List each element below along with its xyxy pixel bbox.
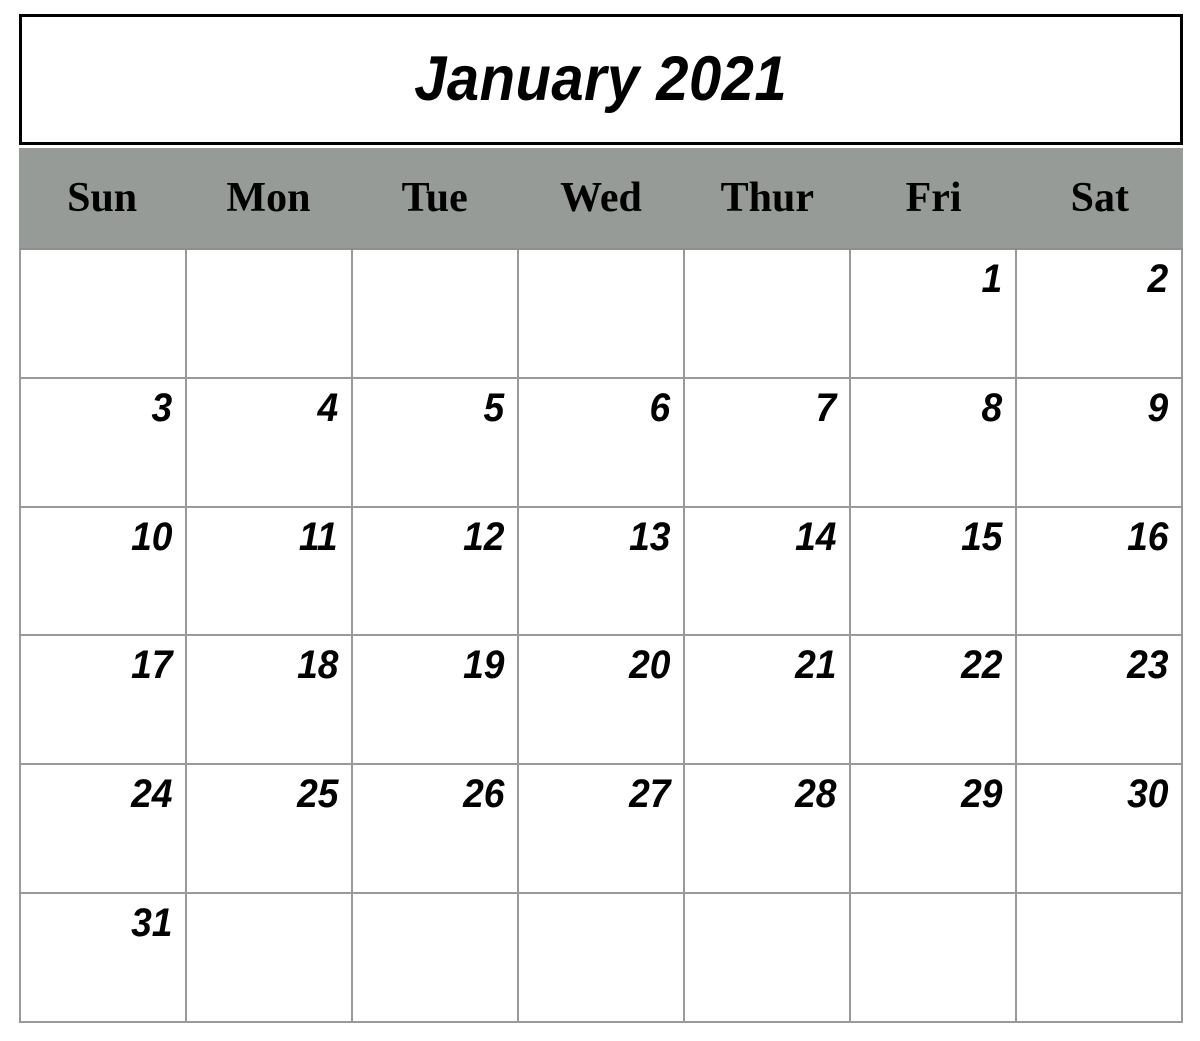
date-cell[interactable]: 29 — [851, 765, 1017, 895]
date-cell[interactable]: 24 — [21, 765, 187, 895]
date-number: 23 — [1126, 643, 1168, 688]
date-number: 2 — [1147, 257, 1168, 301]
date-number: 18 — [296, 643, 338, 688]
date-cell[interactable]: 12 — [353, 507, 519, 637]
date-number: 12 — [462, 514, 504, 559]
date-cell[interactable]: 18 — [187, 636, 353, 766]
date-number: 5 — [483, 385, 504, 430]
date-number: 1 — [981, 257, 1002, 301]
date-cell[interactable]: 27 — [519, 765, 685, 895]
date-number: 15 — [960, 514, 1002, 559]
weekday-header-sun: Sun — [19, 148, 186, 248]
date-number: 19 — [462, 643, 504, 688]
date-cell[interactable]: 28 — [685, 765, 851, 895]
date-cell[interactable]: 26 — [353, 765, 519, 895]
date-number: 13 — [628, 514, 670, 559]
date-cell[interactable] — [353, 894, 519, 1023]
date-cell[interactable] — [519, 894, 685, 1023]
date-number: 30 — [1126, 772, 1168, 817]
date-number: 20 — [628, 643, 670, 688]
date-cell[interactable]: 8 — [851, 378, 1017, 508]
date-cell[interactable]: 30 — [1017, 765, 1183, 895]
date-number: 8 — [981, 385, 1002, 430]
date-cell[interactable] — [21, 250, 187, 379]
date-number: 6 — [649, 385, 670, 430]
weekday-header-thur: Thur — [684, 148, 851, 248]
date-cell[interactable] — [187, 250, 353, 379]
date-cell[interactable]: 23 — [1017, 636, 1183, 766]
date-number: 27 — [628, 772, 670, 817]
weekday-label: Sun — [67, 175, 138, 221]
date-number: 7 — [815, 385, 836, 430]
date-cell[interactable]: 31 — [21, 894, 187, 1023]
date-cell[interactable]: 4 — [187, 378, 353, 508]
date-cell[interactable]: 7 — [685, 378, 851, 508]
date-number: 26 — [462, 772, 504, 817]
date-cell[interactable]: 16 — [1017, 507, 1183, 637]
date-cell[interactable] — [1017, 894, 1183, 1023]
date-cell[interactable]: 25 — [187, 765, 353, 895]
weekday-label: Mon — [226, 175, 311, 221]
date-cell[interactable] — [187, 894, 353, 1023]
weekday-header-wed: Wed — [517, 148, 685, 248]
date-cell[interactable]: 13 — [519, 507, 685, 637]
date-number: 22 — [960, 643, 1002, 688]
date-number: 24 — [130, 772, 172, 817]
date-number: 3 — [151, 385, 172, 430]
date-cell[interactable]: 10 — [21, 507, 187, 637]
date-cell[interactable] — [851, 894, 1017, 1023]
weekday-label: Thur — [720, 175, 814, 221]
date-cell[interactable] — [685, 894, 851, 1023]
date-cell[interactable]: 22 — [851, 636, 1017, 766]
weekday-header-mon: Mon — [185, 148, 352, 248]
calendar-page: January 2021 Sun Mon Tue Wed Thur Fri Sa… — [0, 0, 1200, 1041]
date-cell[interactable]: 14 — [685, 507, 851, 637]
date-number: 14 — [794, 514, 836, 559]
date-number: 4 — [317, 385, 338, 430]
date-cell[interactable]: 3 — [21, 378, 187, 508]
date-cell[interactable]: 1 — [851, 250, 1017, 379]
date-cell[interactable]: 20 — [519, 636, 685, 766]
weekday-label: Fri — [905, 175, 962, 221]
weekday-header-row: Sun Mon Tue Wed Thur Fri Sat — [19, 148, 1183, 248]
weekday-label: Tue — [401, 175, 468, 221]
date-cell[interactable]: 6 — [519, 378, 685, 508]
date-grid: 1 2 3 4 5 6 7 8 9 10 11 12 13 14 15 16 1… — [19, 248, 1183, 1023]
date-cell[interactable]: 9 — [1017, 378, 1183, 508]
date-cell[interactable]: 11 — [187, 507, 353, 637]
date-cell[interactable] — [685, 250, 851, 379]
date-number: 25 — [296, 772, 338, 817]
date-number: 9 — [1147, 385, 1168, 430]
date-number: 17 — [130, 643, 172, 688]
date-cell[interactable]: 15 — [851, 507, 1017, 637]
date-cell[interactable] — [353, 250, 519, 379]
date-cell[interactable]: 17 — [21, 636, 187, 766]
page-title: January 2021 — [414, 44, 788, 114]
date-cell[interactable] — [519, 250, 685, 379]
date-number: 16 — [1126, 514, 1168, 559]
date-number: 21 — [794, 643, 836, 688]
weekday-label: Wed — [560, 175, 642, 221]
date-cell[interactable]: 2 — [1017, 250, 1183, 379]
date-number: 31 — [130, 901, 172, 946]
date-cell[interactable]: 21 — [685, 636, 851, 766]
weekday-header-fri: Fri — [850, 148, 1017, 248]
date-cell[interactable]: 19 — [353, 636, 519, 766]
date-number: 10 — [130, 514, 172, 559]
date-cell[interactable]: 5 — [353, 378, 519, 508]
date-number: 28 — [794, 772, 836, 817]
weekday-label: Sat — [1070, 175, 1130, 221]
calendar-title-bar: January 2021 — [19, 14, 1183, 145]
weekday-header-sat: Sat — [1016, 148, 1183, 248]
date-number: 29 — [960, 772, 1002, 817]
date-number: 11 — [299, 514, 338, 559]
weekday-header-tue: Tue — [351, 148, 518, 248]
